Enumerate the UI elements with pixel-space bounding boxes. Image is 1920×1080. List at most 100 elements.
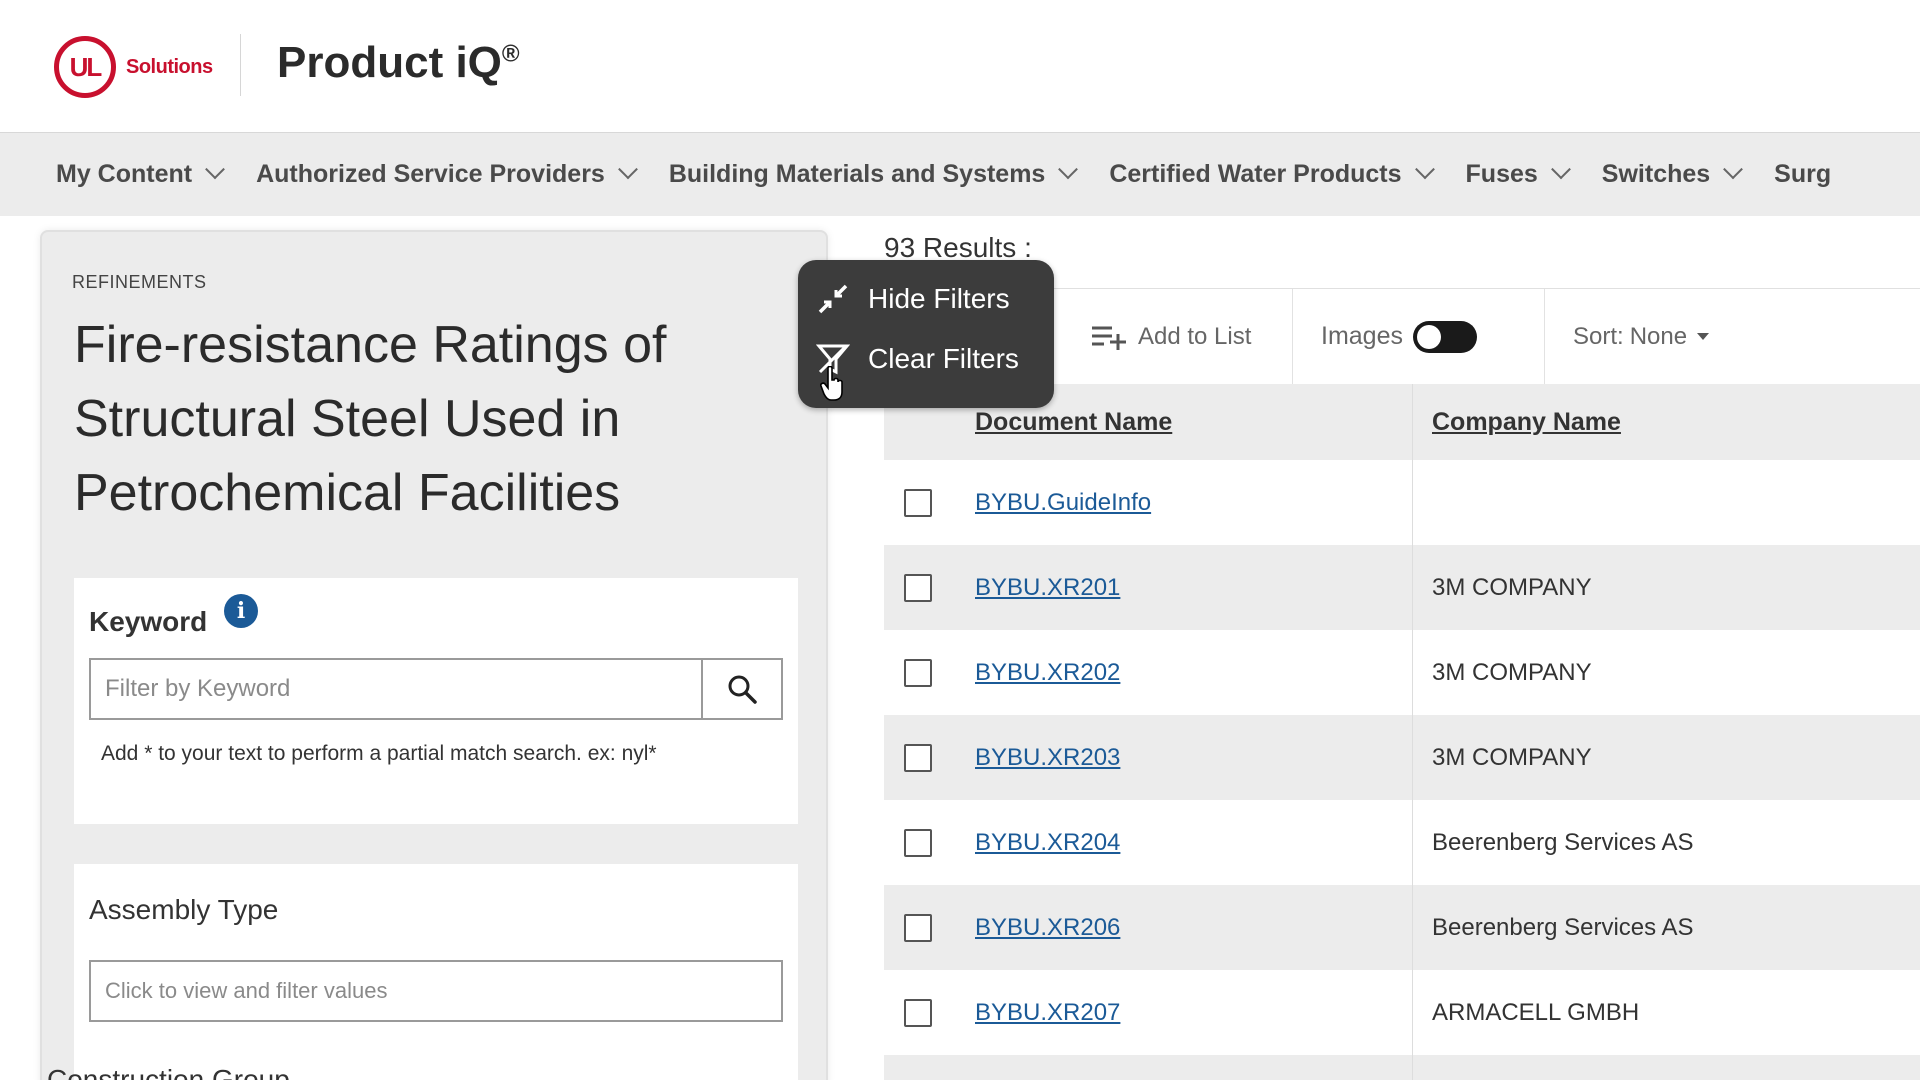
table-row: BYBU.GuideInfo	[884, 460, 1920, 545]
refinements-eyebrow: REFINEMENTS	[72, 272, 207, 292]
company-name: 3M COMPANY	[1432, 743, 1592, 771]
column-divider	[1412, 545, 1413, 630]
table-row-partial	[884, 1055, 1920, 1080]
column-divider	[1412, 885, 1413, 970]
clear-filters-label: Clear Filters	[868, 343, 1019, 374]
registered-mark: ®	[501, 40, 520, 68]
column-divider	[1412, 800, 1413, 885]
add-to-list-label: Add to List	[1138, 322, 1252, 350]
header-divider	[240, 34, 241, 96]
images-label: Images	[1321, 322, 1403, 350]
nav-item-switches[interactable]: Switches	[1601, 158, 1744, 189]
document-link[interactable]: BYBU.XR207	[975, 999, 1120, 1027]
category-heading: Fire-resistance Ratings of Structural St…	[74, 316, 667, 522]
column-header-document-name[interactable]: Document Name	[975, 408, 1172, 437]
sort-dropdown[interactable]: Sort: None	[1544, 288, 1920, 385]
chevron-down-icon	[1550, 158, 1571, 179]
nav-label: Building Materials and Systems	[668, 160, 1046, 188]
sort-value: None	[1629, 322, 1688, 350]
assembly-type-input[interactable]	[89, 960, 783, 1022]
company-name: 3M COMPANY	[1432, 658, 1592, 686]
row-checkbox[interactable]	[904, 828, 932, 857]
add-to-list-icon	[1092, 326, 1126, 350]
table-row: BYBU.XR204 Beerenberg Services AS	[884, 800, 1920, 885]
document-link[interactable]: BYBU.XR202	[975, 659, 1120, 687]
row-checkbox[interactable]	[904, 573, 932, 602]
nav-item-my-content[interactable]: My Content	[56, 158, 226, 189]
collapse-icon	[818, 284, 848, 314]
logo-text: Solutions	[126, 55, 213, 78]
keyword-search-button[interactable]	[701, 658, 783, 720]
nav-item-surg[interactable]: Surg	[1774, 160, 1831, 189]
row-checkbox[interactable]	[904, 913, 932, 942]
hide-filters-button[interactable]: Hide Filters	[816, 282, 1010, 316]
nav-item-building-materials[interactable]: Building Materials and Systems	[668, 158, 1079, 189]
table-row: BYBU.XR203 3M COMPANY	[884, 715, 1920, 800]
nav-label: Authorized Service Providers	[256, 160, 605, 188]
company-name: 3M COMPANY	[1432, 573, 1592, 601]
column-divider	[1412, 630, 1413, 715]
row-checkbox[interactable]	[904, 488, 932, 517]
assembly-type-filter-card: Assembly Type	[74, 864, 798, 1080]
app-header: UL Solutions Product iQ®	[0, 0, 1920, 132]
images-toggle[interactable]	[1412, 320, 1477, 353]
info-icon[interactable]: i	[224, 594, 258, 628]
company-name: Beerenberg Services AS	[1432, 828, 1694, 856]
nav-item-fuses[interactable]: Fuses	[1465, 158, 1571, 189]
column-divider	[1412, 715, 1413, 800]
hide-filters-label: Hide Filters	[868, 283, 1010, 314]
nav-label: Switches	[1601, 160, 1711, 188]
column-divider	[1412, 1055, 1413, 1080]
caret-down-icon	[1697, 333, 1710, 340]
category-nav: My Content Authorized Service Providers …	[0, 132, 1920, 216]
column-divider	[1412, 384, 1413, 460]
document-link[interactable]: BYBU.XR201	[975, 574, 1120, 602]
column-header-company-name[interactable]: Company Name	[1432, 408, 1621, 437]
nav-label: Surg	[1774, 160, 1832, 188]
chevron-down-icon	[1723, 158, 1744, 179]
table-row: BYBU.XR207 ARMACELL GMBH	[884, 970, 1920, 1055]
company-name: ARMACELL GMBH	[1432, 998, 1640, 1026]
table-row: BYBU.XR202 3M COMPANY	[884, 630, 1920, 715]
assembly-type-label: Assembly Type	[89, 894, 279, 925]
chevron-down-icon	[205, 158, 226, 179]
app-title-text: Product iQ	[277, 38, 502, 87]
sort-label: Sort:	[1573, 322, 1624, 350]
hand-cursor-icon	[820, 366, 843, 401]
nav-label: Certified Water Products	[1109, 160, 1402, 188]
chevron-down-icon	[1414, 158, 1435, 179]
add-to-list-button[interactable]: Add to List	[1090, 289, 1302, 385]
search-icon	[728, 675, 757, 704]
app-title: Product iQ®	[277, 38, 520, 88]
document-link[interactable]: BYBU.XR206	[975, 914, 1120, 942]
refinements-panel: REFINEMENTS Fire-resistance Ratings of S…	[40, 230, 828, 1080]
keyword-label: Keyword	[89, 606, 208, 637]
row-checkbox[interactable]	[904, 743, 932, 772]
toggle-knob	[1416, 324, 1441, 349]
nav-item-authorized-service-providers[interactable]: Authorized Service Providers	[256, 158, 638, 189]
column-divider	[1412, 970, 1413, 1055]
clear-filters-button[interactable]: Clear Filters	[816, 342, 1019, 376]
document-link[interactable]: BYBU.GuideInfo	[975, 489, 1151, 517]
nav-label: My Content	[56, 160, 193, 188]
keyword-hint: Add * to your text to perform a partial …	[101, 742, 657, 765]
chevron-down-icon	[617, 158, 638, 179]
chevron-down-icon	[1058, 158, 1079, 179]
keyword-input[interactable]	[89, 658, 701, 720]
keyword-filter-card: Keyword i Add * to your text to perform …	[74, 578, 798, 824]
ul-logo-mark: UL	[54, 36, 116, 98]
nav-item-certified-water-products[interactable]: Certified Water Products	[1109, 158, 1435, 189]
construction-group-label: Construction Group	[47, 1064, 290, 1080]
document-link[interactable]: BYBU.XR203	[975, 744, 1120, 772]
nav-label: Fuses	[1465, 160, 1538, 188]
row-checkbox[interactable]	[904, 658, 932, 687]
table-row: BYBU.XR206 Beerenberg Services AS	[884, 885, 1920, 970]
ul-solutions-logo[interactable]: UL Solutions	[54, 36, 213, 98]
results-table: Document Name Company Name BYBU.GuideInf…	[884, 384, 1920, 1080]
document-link[interactable]: BYBU.XR204	[975, 829, 1120, 857]
column-divider	[1412, 460, 1413, 545]
row-checkbox[interactable]	[904, 998, 932, 1027]
table-row: BYBU.XR201 3M COMPANY	[884, 545, 1920, 630]
images-toggle-group: Images	[1292, 288, 1546, 385]
company-name: Beerenberg Services AS	[1432, 913, 1694, 941]
